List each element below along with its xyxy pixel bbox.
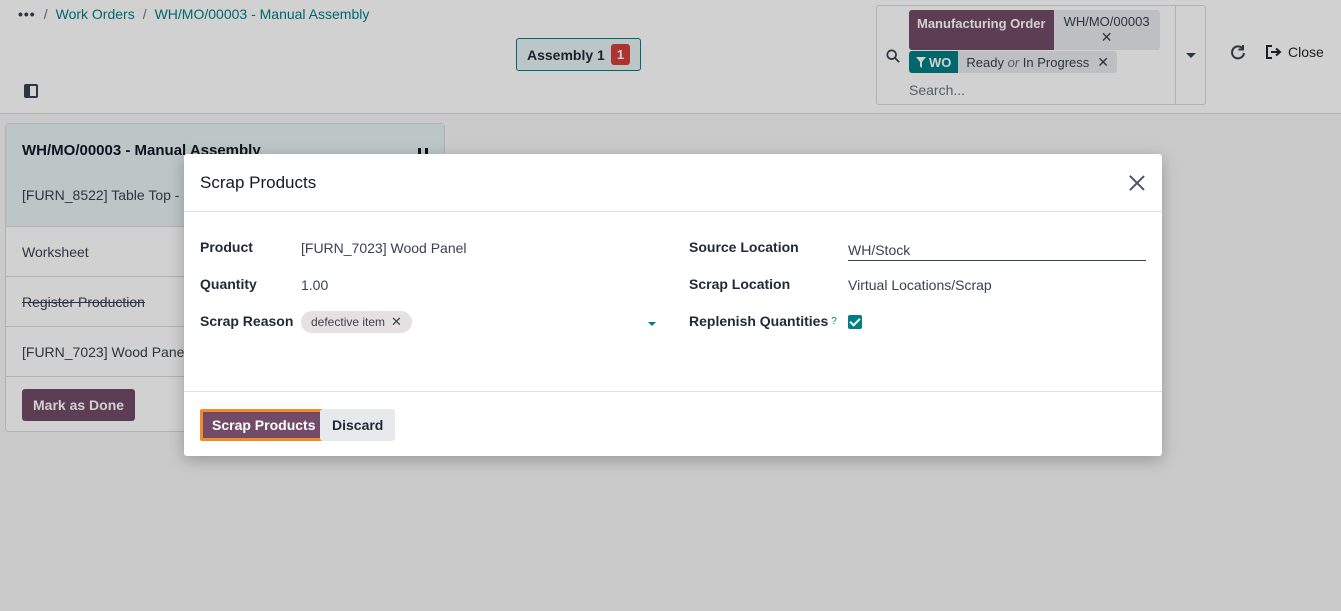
scrap-products-button[interactable]: Scrap Products [200,409,328,441]
replenish-quantities-label: Replenish Quantities [689,313,829,329]
field-product: Product [200,236,253,258]
remove-tag-icon[interactable]: ✕ [391,314,402,330]
field-replenish-quantities: Replenish Quantities ? [689,310,837,332]
scrap-location-value[interactable]: Virtual Locations/Scrap [848,277,992,293]
field-source-location: Source Location [689,236,799,258]
product-label: Product [200,239,253,255]
scrap-reason-tag: defective item ✕ [301,311,412,333]
field-scrap-location: Scrap Location [689,273,790,295]
dialog-title: Scrap Products [200,172,317,192]
product-value[interactable]: [FURN_7023] Wood Panel [301,240,467,256]
source-location-label: Source Location [689,239,799,255]
scrap-reason-dropdown-icon[interactable] [648,322,656,326]
close-icon[interactable] [1128,174,1146,192]
field-quantity: Quantity [200,273,257,295]
replenish-quantities-checkbox[interactable] [848,315,862,329]
discard-button[interactable]: Discard [320,409,396,441]
scrap-location-label: Scrap Location [689,276,791,292]
scrap-reason-tag-text: defective item [311,315,386,329]
scrap-products-dialog: Scrap Products Product [FURN_7023] Wood … [184,154,1162,456]
quantity-value[interactable]: 1.00 [301,277,328,293]
quantity-label: Quantity [200,276,257,292]
source-location-input[interactable] [848,239,1146,261]
help-tooltip-icon[interactable]: ? [831,316,837,327]
dialog-header: Scrap Products [184,154,1162,212]
scrap-reason-label: Scrap Reason [200,313,294,329]
field-scrap-reason: Scrap Reason [200,310,293,332]
dialog-footer: Scrap Products Discard [184,391,1162,456]
